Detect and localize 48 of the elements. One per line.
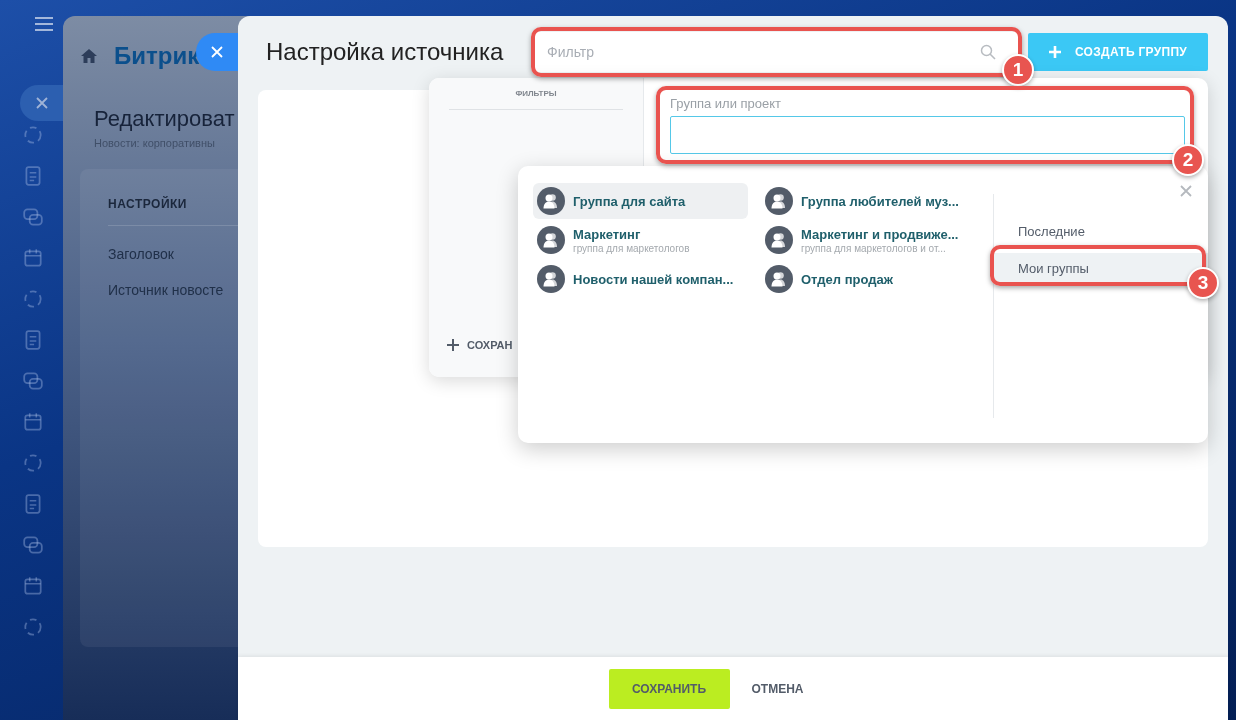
- group-name: Группа любителей муз...: [801, 193, 959, 209]
- plus-icon: [1048, 46, 1061, 58]
- nav-icon[interactable]: [22, 247, 44, 269]
- group-name: Маркетинг: [573, 226, 642, 242]
- search-icon[interactable]: [980, 44, 996, 60]
- close-icon[interactable]: [1180, 185, 1192, 197]
- nav-icon[interactable]: [22, 575, 44, 597]
- nav-icon[interactable]: [22, 534, 44, 556]
- group-item[interactable]: Маркетинг группа для маркетологов: [533, 222, 748, 258]
- group-name: Отдел продаж: [801, 271, 893, 287]
- menu-icon[interactable]: [34, 16, 54, 32]
- group-description: группа для маркетологов и от...: [801, 242, 947, 254]
- save-button[interactable]: СОХРАНИТЬ: [608, 668, 730, 709]
- group-avatar-icon: [765, 187, 793, 215]
- group-item[interactable]: Группа любителей муз...: [761, 183, 976, 219]
- nav-icon[interactable]: [22, 288, 44, 310]
- group-avatar-icon: [537, 265, 565, 293]
- nav-icon[interactable]: [22, 616, 44, 638]
- group-avatar-icon: [765, 265, 793, 293]
- home-icon[interactable]: [80, 48, 98, 64]
- group-name: Группа для сайта: [573, 193, 686, 209]
- category-tab[interactable]: Последние: [994, 216, 1208, 247]
- save-filter-link[interactable]: СОХРАН: [447, 339, 513, 351]
- filters-heading: ФИЛЬТРЫ: [449, 89, 623, 110]
- group-avatar-icon: [537, 187, 565, 215]
- page-title: Редактироват: [94, 106, 236, 132]
- close-icon: [211, 46, 223, 58]
- close-button[interactable]: [20, 85, 63, 121]
- group-avatar-icon: [537, 226, 565, 254]
- close-icon: [35, 97, 48, 109]
- group-item[interactable]: Отдел продаж: [761, 261, 976, 297]
- group-item[interactable]: Группа для сайта: [533, 183, 748, 219]
- cancel-button[interactable]: ОТМЕНА: [747, 677, 808, 700]
- dialog-title: Настройка источника: [266, 38, 505, 66]
- group-input-field[interactable]: [670, 116, 1185, 154]
- nav-icon[interactable]: [22, 411, 44, 433]
- plus-icon: [447, 339, 459, 351]
- nav-icon[interactable]: [22, 370, 44, 392]
- nav-icon[interactable]: [22, 124, 44, 146]
- group-item[interactable]: Маркетинг и продвиже... группа для маркетологов и от...: [761, 222, 976, 258]
- field-label: Группа или проект: [670, 96, 783, 111]
- group-item[interactable]: Новости нашей компан...: [533, 261, 748, 297]
- group-avatar-icon: [765, 226, 793, 254]
- group-name: Маркетинг и продвиже...: [801, 226, 959, 242]
- group-description: группа для маркетологов: [573, 242, 690, 254]
- nav-icon[interactable]: [22, 452, 44, 474]
- group-name: Новости нашей компан...: [573, 271, 734, 287]
- nav-icon[interactable]: [22, 206, 44, 228]
